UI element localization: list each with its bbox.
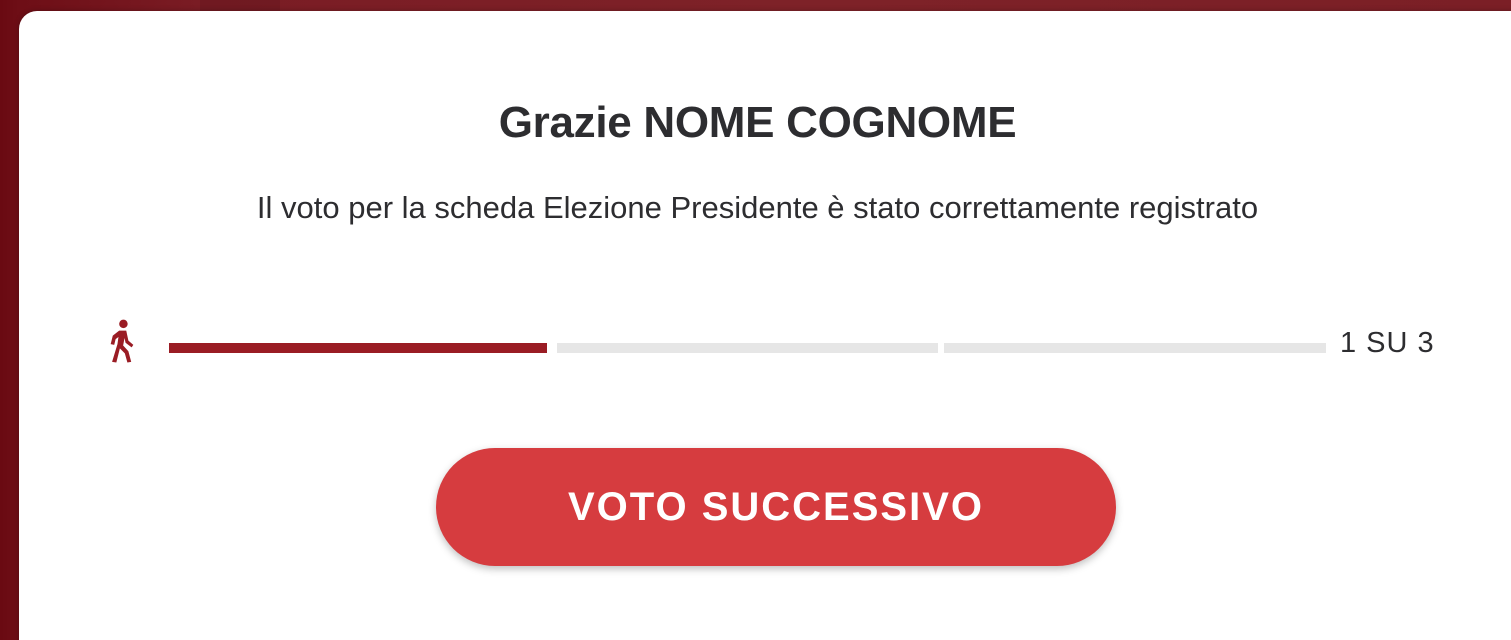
vote-progress: 1 SU 3 [0,315,1511,375]
dialog-message: Il voto per la scheda Elezione President… [256,190,1259,225]
walking-person-icon [105,319,139,365]
dialog-title: Grazie NOME COGNOME [498,98,1017,147]
next-vote-button[interactable]: VOTO SUCCESSIVO [436,448,1116,566]
step-counter: 1 SU 3 [1340,327,1435,359]
progress-segment-1 [169,343,547,353]
progress-segment-2 [557,343,938,353]
progress-segment-3 [944,343,1326,353]
